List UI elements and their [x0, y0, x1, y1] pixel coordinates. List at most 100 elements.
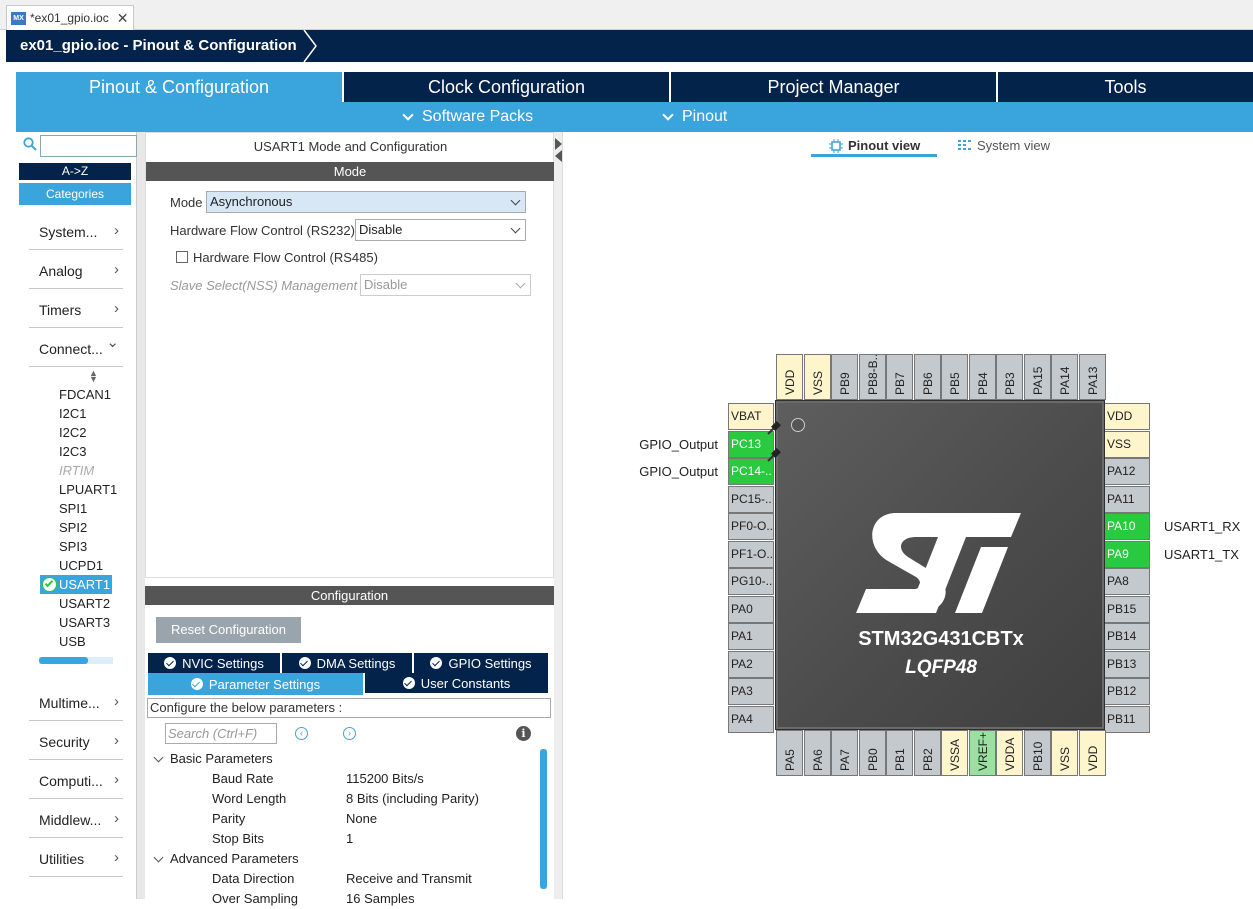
pin-pb1[interactable]: PB1	[886, 730, 913, 776]
pin-pa13[interactable]: PA13	[1078, 354, 1106, 400]
panel-splitter[interactable]	[137, 132, 145, 899]
pin-pa5[interactable]: PA5	[776, 730, 803, 776]
pin-pg10[interactable]: PG10-..	[728, 568, 774, 595]
category-group-middlew[interactable]: Middlew... ›	[29, 802, 123, 838]
search-icon[interactable]	[23, 137, 37, 151]
category-item-spi3[interactable]: SPI3	[59, 537, 87, 556]
pin-pa10[interactable]: PA10	[1104, 513, 1150, 540]
pin-vss[interactable]: VSS	[1104, 430, 1150, 458]
pin-pa7[interactable]: PA7	[831, 730, 858, 776]
pinout-menu[interactable]: Pinout	[662, 108, 727, 126]
sort-az-button[interactable]: A->Z	[19, 163, 131, 180]
category-item-i2c3[interactable]: I2C3	[59, 442, 86, 461]
pin-pb4[interactable]: PB4	[968, 354, 996, 400]
hfc-rs485-checkbox[interactable]	[176, 251, 188, 263]
reset-configuration-button[interactable]: Reset Configuration	[156, 617, 301, 643]
pin-pa14[interactable]: PA14	[1051, 354, 1078, 400]
parameter-scrollbar[interactable]	[540, 749, 547, 889]
collapse-handle-icon[interactable]	[555, 138, 562, 162]
pin-vref[interactable]: VREF+	[968, 730, 996, 776]
pin-pb2[interactable]: PB2	[913, 730, 941, 776]
close-icon[interactable]: ✕	[117, 10, 129, 27]
categories-button[interactable]: Categories	[19, 183, 131, 205]
pin-vdda[interactable]: VDDA	[996, 730, 1023, 776]
param-row[interactable]: Word Length 8 Bits (including Parity)	[145, 789, 535, 809]
pin-pb3[interactable]: PB3	[996, 354, 1023, 400]
hfc-rs232-select[interactable]: Disable	[355, 219, 526, 241]
sort-arrows-icon[interactable]: ▲ ▼	[89, 369, 98, 384]
pin-vssa[interactable]: VSSA	[941, 730, 968, 776]
tab-clock-configuration[interactable]: Clock Configuration	[344, 72, 671, 102]
tab-pinout-configuration[interactable]: Pinout & Configuration	[16, 72, 344, 102]
nss-select[interactable]: Disable	[360, 274, 531, 296]
pin-pa6[interactable]: PA6	[803, 730, 831, 776]
param-row[interactable]: Over Sampling 16 Samples	[145, 889, 535, 909]
tab-pinout-view[interactable]: Pinout view	[829, 138, 920, 153]
pin-vdd[interactable]: VDD	[776, 354, 803, 400]
param-group-basic-parameters[interactable]: Basic Parameters	[153, 749, 533, 769]
tab-gpio-settings[interactable]: GPIO Settings	[414, 653, 548, 673]
pin-pa1[interactable]: PA1	[728, 623, 774, 650]
category-group-computi[interactable]: Computi... ›	[29, 763, 123, 799]
pin-pa2[interactable]: PA2	[728, 650, 774, 678]
pin-pb8-b[interactable]: PB8-B..	[858, 354, 886, 400]
pin-pa4[interactable]: PA4	[728, 705, 774, 733]
param-row[interactable]: Stop Bits 1	[145, 829, 535, 849]
pin-pa8[interactable]: PA8	[1104, 568, 1150, 595]
category-item-spi2[interactable]: SPI2	[59, 518, 87, 537]
pin-pa12[interactable]: PA12	[1104, 458, 1150, 485]
previous-icon[interactable]: ‹	[295, 727, 308, 740]
info-icon[interactable]: i	[516, 726, 531, 741]
category-item-usb[interactable]: USB	[59, 632, 86, 651]
param-row[interactable]: Data Direction Receive and Transmit	[145, 869, 535, 889]
pin-pb11[interactable]: PB11	[1104, 705, 1150, 733]
category-search-input[interactable]	[40, 135, 137, 157]
category-group-multime[interactable]: Multime... ›	[29, 685, 123, 721]
parameter-search-input[interactable]: Search (Ctrl+F)	[165, 723, 277, 744]
category-item-lpuart1[interactable]: LPUART1	[59, 480, 117, 499]
file-tab[interactable]: MX *ex01_gpio.ioc ✕	[6, 5, 134, 30]
tab-tools[interactable]: Tools	[998, 72, 1253, 102]
pin-pc15[interactable]: PC15-..	[728, 485, 774, 513]
software-packs-menu[interactable]: Software Packs	[402, 108, 533, 126]
mode-select[interactable]: Asynchronous	[206, 191, 526, 213]
pin-pb13[interactable]: PB13	[1104, 650, 1150, 678]
category-item-fdcan1[interactable]: FDCAN1	[59, 385, 111, 404]
pin-pb6[interactable]: PB6	[913, 354, 941, 400]
next-icon[interactable]: ›	[343, 727, 356, 740]
pin-vss[interactable]: VSS	[803, 354, 831, 400]
pin-pb9[interactable]: PB9	[831, 354, 858, 400]
tab-project-manager[interactable]: Project Manager	[671, 72, 998, 102]
category-item-spi1[interactable]: SPI1	[59, 499, 87, 518]
category-item-i2c1[interactable]: I2C1	[59, 404, 86, 423]
category-item-usart3[interactable]: USART3	[59, 613, 110, 632]
mcu-chip[interactable]: STM32G431CBTx LQFP48	[775, 400, 1105, 730]
category-group-timers[interactable]: Timers ›	[29, 292, 123, 328]
pin-pb7[interactable]: PB7	[886, 354, 913, 400]
category-group-utilities[interactable]: Utilities ›	[29, 841, 123, 877]
tab-user-constants[interactable]: User Constants	[365, 673, 548, 693]
pin-pa3[interactable]: PA3	[728, 678, 774, 705]
category-group-security[interactable]: Security ›	[29, 724, 123, 760]
pin-pb14[interactable]: PB14	[1104, 623, 1150, 650]
category-item-usart2[interactable]: USART2	[59, 594, 110, 613]
category-group-connect[interactable]: Connect... ⌄	[29, 331, 123, 367]
tab-dma-settings[interactable]: DMA Settings	[282, 653, 412, 673]
pin-pb10[interactable]: PB10	[1023, 730, 1051, 776]
pin-pf1-o[interactable]: PF1-O..	[728, 540, 774, 568]
tab-nvic-settings[interactable]: NVIC Settings	[148, 653, 280, 673]
pin-pa0[interactable]: PA0	[728, 595, 774, 623]
pin-pa11[interactable]: PA11	[1104, 485, 1150, 513]
category-scrollbar[interactable]	[39, 657, 113, 664]
pin-pb0[interactable]: PB0	[858, 730, 886, 776]
pin-vss[interactable]: VSS	[1051, 730, 1078, 776]
category-item-ucpd1[interactable]: UCPD1	[59, 556, 103, 575]
category-group-analog[interactable]: Analog ›	[29, 253, 123, 289]
breadcrumb[interactable]: ex01_gpio.ioc - Pinout & Configuration	[20, 30, 297, 62]
pin-pb12[interactable]: PB12	[1104, 678, 1150, 705]
param-row[interactable]: Parity None	[145, 809, 535, 829]
tab-parameter-settings[interactable]: Parameter Settings	[148, 673, 363, 695]
param-group-advanced-parameters[interactable]: Advanced Parameters	[153, 849, 533, 869]
pin-vdd[interactable]: VDD	[1078, 730, 1106, 776]
pin-pf0-o[interactable]: PF0-O..	[728, 513, 774, 540]
